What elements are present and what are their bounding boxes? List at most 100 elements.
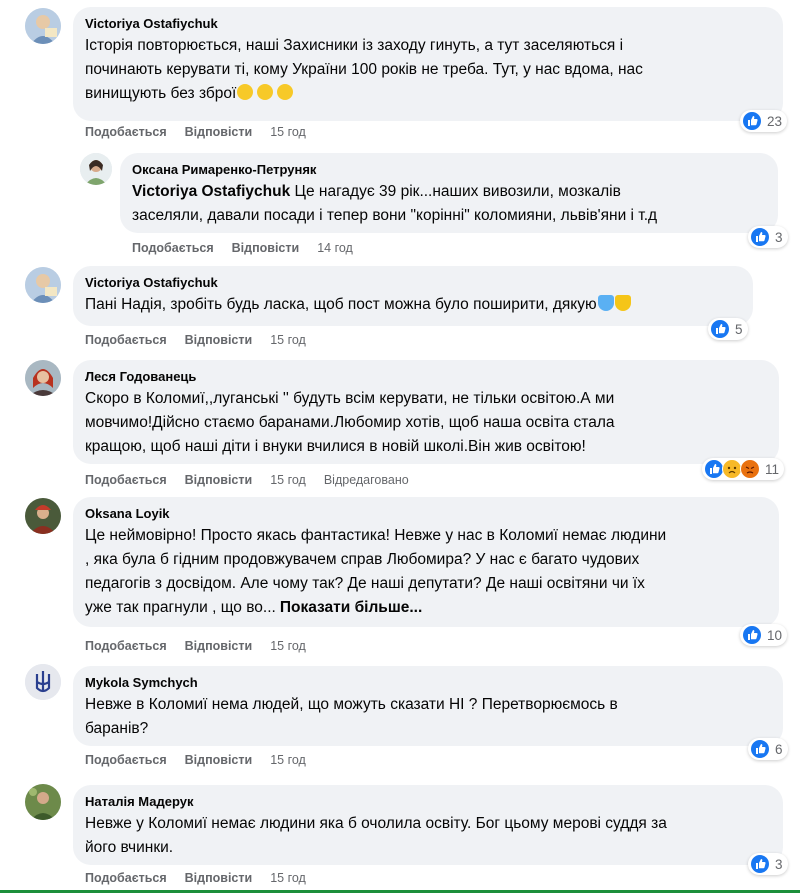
mention-link[interactable]: Victoriya Ostafiychuk bbox=[132, 183, 290, 200]
reaction-count: 5 bbox=[735, 321, 743, 337]
sad-face-emoji-icon bbox=[277, 84, 294, 100]
like-reaction-icon bbox=[710, 319, 730, 339]
reaction-summary[interactable]: 3 bbox=[748, 853, 788, 875]
comment-text-line: мовчимо!Дійсно стаємо баранами.Любомир х… bbox=[85, 414, 615, 431]
like-button[interactable]: Подобається bbox=[132, 241, 214, 255]
reaction-count: 10 bbox=[767, 627, 783, 643]
comment-text-line: уже так прагнули , що во... bbox=[85, 599, 276, 616]
comment-text: Скоро в Коломиї,,луганські '' будуть всі… bbox=[85, 387, 767, 459]
comment-text-line: Невже у Коломиї немає людини яка б очоли… bbox=[85, 815, 667, 832]
comment-text-line: баранів? bbox=[85, 720, 149, 737]
thread-line bbox=[42, 50, 44, 170]
see-more-link[interactable]: Показати більше... bbox=[280, 599, 422, 616]
avatar[interactable] bbox=[25, 360, 61, 396]
comment-text-line: Це нагадує 39 рік...наших вивозили, мозк… bbox=[290, 183, 621, 200]
like-button[interactable]: Подобається bbox=[85, 125, 167, 139]
edited-label[interactable]: Відредаговано bbox=[324, 473, 409, 487]
sad-reaction-icon bbox=[722, 459, 742, 479]
comment-author[interactable]: Оксана Римаренко-Петруняк bbox=[132, 161, 766, 178]
comment-time[interactable]: 15 год bbox=[270, 871, 306, 885]
like-reaction-icon bbox=[750, 739, 770, 759]
reaction-summary[interactable]: 3 bbox=[748, 226, 788, 248]
comment-text: Пані Надія, зробіть будь ласка, щоб пост… bbox=[85, 293, 741, 317]
comment-text-line: винищують без зброї bbox=[85, 85, 237, 102]
comment-actions: Подобається Відповісти 15 год bbox=[85, 125, 324, 139]
reply-button[interactable]: Відповісти bbox=[185, 473, 253, 487]
comment-text-line: кращою, щоб наші діти і внуки вчилися в … bbox=[85, 438, 586, 455]
comment-actions: Подобається Відповісти 15 год bbox=[85, 639, 324, 653]
reply-button[interactable]: Відповісти bbox=[185, 871, 253, 885]
reaction-count: 11 bbox=[765, 461, 780, 477]
comment-text-line: , яка була б гідним продовжувачем справ … bbox=[85, 551, 640, 568]
comment-actions: Подобається Відповісти 15 год bbox=[85, 333, 324, 347]
like-reaction-icon bbox=[742, 625, 762, 645]
comment-actions: Подобається Відповісти 15 год bbox=[85, 753, 324, 767]
comment-text: Victoriya Ostafiychuk Це нагадує 39 рік.… bbox=[132, 180, 766, 228]
comment-bubble: Oksana Loyik Це неймовірно! Просто якась… bbox=[73, 497, 779, 627]
comment-text: Невже в Коломиї нема людей, що можуть ск… bbox=[85, 693, 771, 741]
avatar[interactable] bbox=[25, 498, 61, 534]
like-button[interactable]: Подобається bbox=[85, 639, 167, 653]
avatar[interactable] bbox=[25, 267, 61, 303]
reaction-summary[interactable]: 5 bbox=[708, 318, 748, 340]
comment-text-line: заселяли, давали посади і тепер вони "ко… bbox=[132, 207, 658, 224]
sad-face-emoji-icon bbox=[237, 84, 254, 100]
comment-time[interactable]: 15 год bbox=[270, 125, 306, 139]
comment-text: Історія повторюється, наші Захисники із … bbox=[85, 34, 771, 106]
comment-bubble: Леся Годованець Скоро в Коломиї,,лугансь… bbox=[73, 360, 779, 464]
reaction-count: 23 bbox=[767, 113, 783, 129]
avatar[interactable] bbox=[25, 784, 61, 820]
reply-button[interactable]: Відповісти bbox=[185, 333, 253, 347]
reaction-summary[interactable]: 6 bbox=[748, 738, 788, 760]
comment-text-line: Невже в Коломиї нема людей, що можуть ск… bbox=[85, 696, 618, 713]
reply-button[interactable]: Відповісти bbox=[185, 125, 253, 139]
like-reaction-icon bbox=[750, 227, 770, 247]
reaction-summary[interactable]: 23 bbox=[740, 110, 788, 132]
comment-bubble: Оксана Римаренко-Петруняк Victoriya Osta… bbox=[120, 153, 778, 233]
comment-author[interactable]: Oksana Loyik bbox=[85, 505, 767, 522]
reply-button[interactable]: Відповісти bbox=[185, 639, 253, 653]
comment-text-line: Скоро в Коломиї,,луганські '' будуть всі… bbox=[85, 390, 615, 407]
comment-text: Це неймовірно! Просто якась фантастика! … bbox=[85, 524, 767, 620]
reaction-summary[interactable]: 11 bbox=[702, 458, 785, 480]
comment-text-line: Це неймовірно! Просто якась фантастика! … bbox=[85, 527, 667, 544]
comment-actions: Подобається Відповісти 15 год bbox=[85, 871, 324, 885]
avatar[interactable] bbox=[25, 8, 61, 44]
angry-reaction-icon bbox=[740, 459, 760, 479]
comment-time[interactable]: 15 год bbox=[270, 473, 306, 487]
reaction-count: 3 bbox=[775, 229, 783, 245]
comment-time[interactable]: 15 год bbox=[270, 753, 306, 767]
comment-author[interactable]: Victoriya Ostafiychuk bbox=[85, 274, 741, 291]
reaction-count: 6 bbox=[775, 741, 783, 757]
comment-text-line: його вчинки. bbox=[85, 839, 174, 856]
comment-actions: Подобається Відповісти 15 год Відредаговано bbox=[85, 473, 427, 487]
comment-time[interactable]: 15 год bbox=[270, 639, 306, 653]
comment-author[interactable]: Victoriya Ostafiychuk bbox=[85, 15, 771, 32]
yellow-heart-emoji-icon bbox=[614, 295, 631, 311]
comment-text-line: Пані Надія, зробіть будь ласка, щоб пост… bbox=[85, 296, 597, 313]
comment-bubble: Наталія Мадерук Невже у Коломиї немає лю… bbox=[73, 785, 783, 865]
comment-time[interactable]: 14 год bbox=[317, 241, 353, 255]
like-button[interactable]: Подобається bbox=[85, 333, 167, 347]
reply-button[interactable]: Відповісти bbox=[185, 753, 253, 767]
comment-author[interactable]: Леся Годованець bbox=[85, 368, 767, 385]
like-button[interactable]: Подобається bbox=[85, 473, 167, 487]
reaction-count: 3 bbox=[775, 856, 783, 872]
like-reaction-icon bbox=[750, 854, 770, 874]
reaction-summary[interactable]: 10 bbox=[740, 624, 788, 646]
comment-bubble: Victoriya Ostafiychuk Пані Надія, зробіт… bbox=[73, 266, 753, 326]
reply-button[interactable]: Відповісти bbox=[232, 241, 300, 255]
blue-heart-emoji-icon bbox=[597, 295, 614, 311]
avatar[interactable] bbox=[80, 153, 112, 185]
comment-actions: Подобається Відповісти 14 год bbox=[132, 241, 371, 255]
like-reaction-icon bbox=[704, 459, 724, 479]
comment-author[interactable]: Наталія Мадерук bbox=[85, 793, 771, 810]
comment-author[interactable]: Mykola Symchych bbox=[85, 674, 771, 691]
like-button[interactable]: Подобається bbox=[85, 871, 167, 885]
comment-bubble: Victoriya Ostafiychuk Історія повторюєть… bbox=[73, 7, 783, 121]
comment-text-line: педагогів з досвідом. Але чому так? Де н… bbox=[85, 575, 645, 592]
comment-time[interactable]: 15 год bbox=[270, 333, 306, 347]
comment-bubble: Mykola Symchych Невже в Коломиї нема люд… bbox=[73, 666, 783, 746]
avatar[interactable] bbox=[25, 664, 61, 700]
like-button[interactable]: Подобається bbox=[85, 753, 167, 767]
